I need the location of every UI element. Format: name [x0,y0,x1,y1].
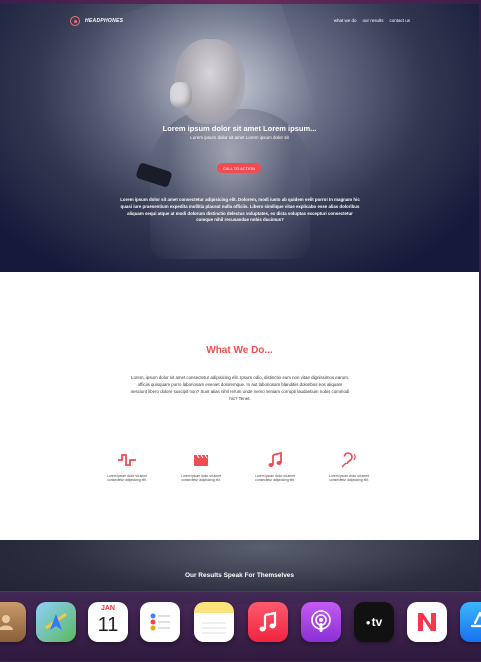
calendar-month: JAN [100,605,115,612]
feature-caption: Lorem ipsum dolor sit amet consectetur a… [181,474,221,483]
tv-label: tv [371,615,383,629]
nav-link-what-we-do[interactable]: what we do [334,18,357,23]
features-row: Lorem ipsum dolor sit amet consectetur a… [100,452,380,492]
calendar-day: 11 [97,614,119,636]
webpage: HEADPHONES what we do our results contac… [0,4,479,604]
logo-text: HEADPHONES [85,18,124,24]
feature-caption: Lorem ipsum dolor sit amet consectetur a… [329,474,369,483]
hero-title: Lorem ipsum dolor sit amet Lorem ipsum..… [162,124,317,133]
feature-item: Lorem ipsum dolor sit amet consectetur a… [250,452,300,482]
assistive-listening-icon [324,452,374,468]
feature-item: Lorem ipsum dolor sit amet consectetur a… [102,452,152,482]
contacts-icon[interactable] [0,602,26,642]
app-store-icon[interactable] [460,602,481,642]
news-icon[interactable] [407,602,447,642]
notes-icon[interactable] [194,602,234,642]
call-to-action-button[interactable]: CALL TO ACTION [217,163,261,173]
top-navigation: HEADPHONES what we do our results contac… [70,16,410,30]
browser-window: HEADPHONES what we do our results contac… [0,0,481,662]
apple-tv-icon[interactable]: ● tv [354,602,394,642]
headphone-image [170,82,192,108]
waveform-icon [102,452,152,468]
nav-link-contact-us[interactable]: contact us [389,18,410,23]
music-note-icon [250,452,300,468]
dock: JAN 11 ● tv [0,591,481,662]
what-we-do-title: What We Do... [206,345,273,356]
podcasts-icon[interactable] [301,602,341,642]
feature-caption: Lorem ipsum dolor sit amet consectetur a… [107,474,147,483]
nav-link-our-results[interactable]: our results [362,18,383,23]
what-we-do-body: Lorem, ipsum dolor sit amet consectetur … [130,375,350,401]
logo-icon [70,16,80,26]
logo[interactable]: HEADPHONES [70,16,123,26]
hero-section: HEADPHONES what we do our results contac… [0,4,479,272]
nav-links: what we do our results contact us [334,18,410,23]
apple-logo-icon: ● [365,617,371,627]
results-title: Our Results Speak For Themselves [184,572,295,579]
feature-item: Lorem ipsum dolor sit amet consectetur a… [324,452,374,482]
maps-icon[interactable] [36,602,76,642]
clapperboard-icon [176,452,226,468]
music-icon[interactable] [248,602,288,642]
hero-subtitle: Lorem ipsum dolor sit amet Lorem ipsum d… [190,135,289,140]
reminders-icon[interactable] [140,602,180,642]
feature-caption: Lorem ipsum dolor sit amet consectetur a… [255,474,295,483]
hero-body-text: Lorem ipsum dolor sit amet consectetur a… [120,197,360,223]
feature-item: Lorem ipsum dolor sit amet consectetur a… [176,452,226,482]
calendar-icon[interactable]: JAN 11 [88,602,128,642]
